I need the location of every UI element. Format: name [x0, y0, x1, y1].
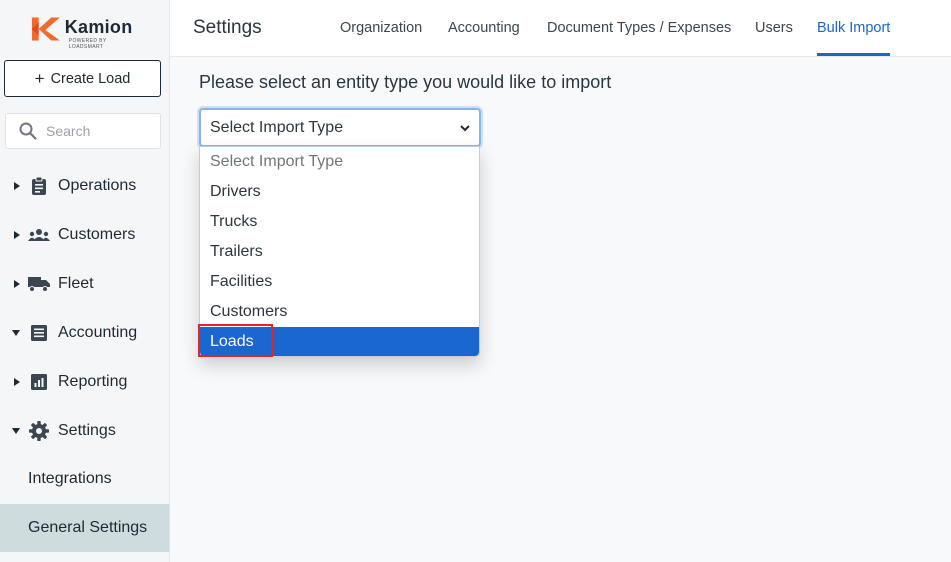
truck-icon: [28, 273, 50, 295]
plus-icon: +: [34, 69, 45, 88]
search-input[interactable]: [46, 123, 146, 139]
sidebar-item-label: Accounting: [58, 324, 138, 341]
search-box[interactable]: [5, 113, 161, 149]
option-loads[interactable]: Loads: [200, 327, 479, 356]
create-load-label: Create Load: [50, 70, 131, 87]
chevron-down-icon: [460, 125, 470, 132]
option-trucks[interactable]: Trucks: [200, 207, 479, 237]
sidebar-item-label: Operations: [58, 177, 137, 194]
ledger-icon: [28, 322, 50, 344]
select-value: Select Import Type: [210, 118, 344, 136]
tab-bulk-import[interactable]: Bulk Import: [817, 20, 890, 36]
page-title: Settings: [193, 17, 262, 38]
active-tab-indicator: [817, 53, 890, 56]
sidebar-subitem-general-settings[interactable]: General Settings: [0, 504, 169, 552]
sidebar-item-operations[interactable]: Operations: [0, 166, 169, 206]
tab-accounting[interactable]: Accounting: [448, 20, 520, 36]
option-select-import-type[interactable]: Select Import Type: [200, 147, 479, 177]
sidebar-item-reporting[interactable]: Reporting: [0, 362, 169, 402]
import-prompt: Please select an entity type you would l…: [199, 72, 612, 92]
header-bar: Settings Organization Accounting Documen…: [170, 0, 951, 57]
kamion-logo[interactable]: Kamion POWERED BY LOADSMART: [30, 16, 140, 50]
caret-right-icon: [0, 378, 28, 386]
clipboard-icon: [28, 175, 50, 197]
caret-down-icon: [0, 330, 28, 336]
brand-name: Kamion: [64, 17, 133, 37]
option-facilities[interactable]: Facilities: [200, 267, 479, 297]
sidebar-item-label: Customers: [58, 226, 136, 243]
sidebar-item-label: Fleet: [58, 275, 94, 292]
kamion-k-icon: [31, 17, 60, 41]
report-icon: [28, 371, 50, 393]
sidebar-subitem-label: Integrations: [28, 470, 112, 487]
import-type-select[interactable]: Select Import Type: [199, 108, 481, 147]
sidebar-subitem-integrations[interactable]: Integrations: [0, 455, 169, 503]
tab-document-types-expenses[interactable]: Document Types / Expenses: [547, 20, 731, 36]
caret-down-icon: [0, 428, 28, 434]
caret-right-icon: [0, 280, 28, 288]
sidebar-item-label: Settings: [58, 422, 116, 439]
tab-organization[interactable]: Organization: [340, 20, 422, 36]
sidebar-item-settings[interactable]: Settings: [0, 411, 169, 451]
tab-users[interactable]: Users: [755, 20, 793, 36]
caret-right-icon: [0, 182, 28, 190]
sidebar-item-label: Reporting: [58, 373, 128, 390]
caret-right-icon: [0, 231, 28, 239]
search-icon: [19, 122, 37, 140]
sidebar-item-fleet[interactable]: Fleet: [0, 264, 169, 304]
option-customers[interactable]: Customers: [200, 297, 479, 327]
import-type-dropdown: Select Import Type Drivers Trucks Traile…: [199, 146, 480, 357]
brand-tagline: POWERED BY LOADSMART: [68, 38, 107, 50]
option-drivers[interactable]: Drivers: [200, 177, 479, 207]
people-icon: [28, 224, 50, 246]
sidebar-item-customers[interactable]: Customers: [0, 215, 169, 255]
create-load-button[interactable]: + Create Load: [4, 60, 161, 97]
sidebar: Kamion POWERED BY LOADSMART + Create Loa…: [0, 0, 170, 562]
sidebar-item-accounting[interactable]: Accounting: [0, 313, 169, 353]
gear-icon: [28, 420, 50, 442]
sidebar-subitem-label: General Settings: [28, 519, 148, 536]
option-trailers[interactable]: Trailers: [200, 237, 479, 267]
